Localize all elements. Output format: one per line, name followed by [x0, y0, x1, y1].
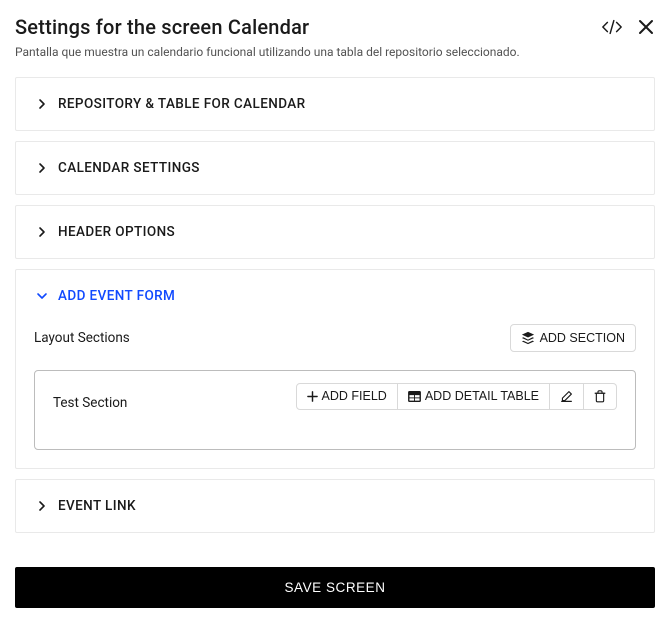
header-actions	[601, 18, 655, 36]
page-subtitle: Pantalla que muestra un calendario funci…	[15, 45, 655, 59]
panel-header-repository[interactable]: REPOSITORY & TABLE FOR CALENDAR	[16, 78, 654, 130]
delete-section-button[interactable]	[584, 383, 617, 410]
panel-header-header-options[interactable]: HEADER OPTIONS	[16, 206, 654, 258]
add-field-button[interactable]: ADD FIELD	[296, 383, 398, 410]
save-screen-button[interactable]: SAVE SCREEN	[15, 567, 655, 608]
panel-header-calendar-settings[interactable]: CALENDAR SETTINGS	[16, 142, 654, 194]
code-icon	[601, 18, 623, 36]
close-button[interactable]	[637, 18, 655, 36]
panel-header-add-event-form[interactable]: ADD EVENT FORM	[16, 270, 654, 322]
panel-repository: REPOSITORY & TABLE FOR CALENDAR	[15, 77, 655, 131]
section-name: Test Section	[53, 395, 127, 411]
add-detail-table-label: ADD DETAIL TABLE	[425, 390, 539, 403]
layout-sections-label: Layout Sections	[34, 330, 130, 346]
panel-title: CALENDAR SETTINGS	[58, 160, 200, 176]
table-icon	[408, 391, 421, 402]
panel-title: EVENT LINK	[58, 498, 136, 514]
chevron-right-icon	[36, 500, 48, 512]
section-card: Test Section ADD FIELD	[34, 370, 636, 450]
trash-icon	[594, 390, 606, 403]
panel-title: ADD EVENT FORM	[58, 288, 175, 304]
panel-header-options: HEADER OPTIONS	[15, 205, 655, 259]
code-button[interactable]	[601, 18, 623, 36]
panel-add-event-form: ADD EVENT FORM Layout Sections ADD SECTI…	[15, 269, 655, 469]
panel-header-event-link[interactable]: EVENT LINK	[16, 480, 654, 532]
edit-section-button[interactable]	[550, 383, 584, 410]
panel-calendar-settings: CALENDAR SETTINGS	[15, 141, 655, 195]
chevron-right-icon	[36, 226, 48, 238]
close-icon	[637, 18, 655, 36]
add-section-button[interactable]: ADD SECTION	[510, 324, 636, 352]
add-field-label: ADD FIELD	[322, 390, 387, 403]
add-detail-table-button[interactable]: ADD DETAIL TABLE	[398, 383, 550, 410]
plus-icon	[307, 391, 318, 402]
page-title: Settings for the screen Calendar	[15, 15, 309, 39]
chevron-right-icon	[36, 98, 48, 110]
layers-icon	[521, 331, 535, 345]
add-section-label: ADD SECTION	[540, 332, 625, 345]
panel-title: REPOSITORY & TABLE FOR CALENDAR	[58, 96, 306, 112]
chevron-right-icon	[36, 162, 48, 174]
edit-icon	[560, 390, 573, 403]
chevron-down-icon	[36, 290, 48, 302]
panel-title: HEADER OPTIONS	[58, 224, 175, 240]
panel-event-link: EVENT LINK	[15, 479, 655, 533]
